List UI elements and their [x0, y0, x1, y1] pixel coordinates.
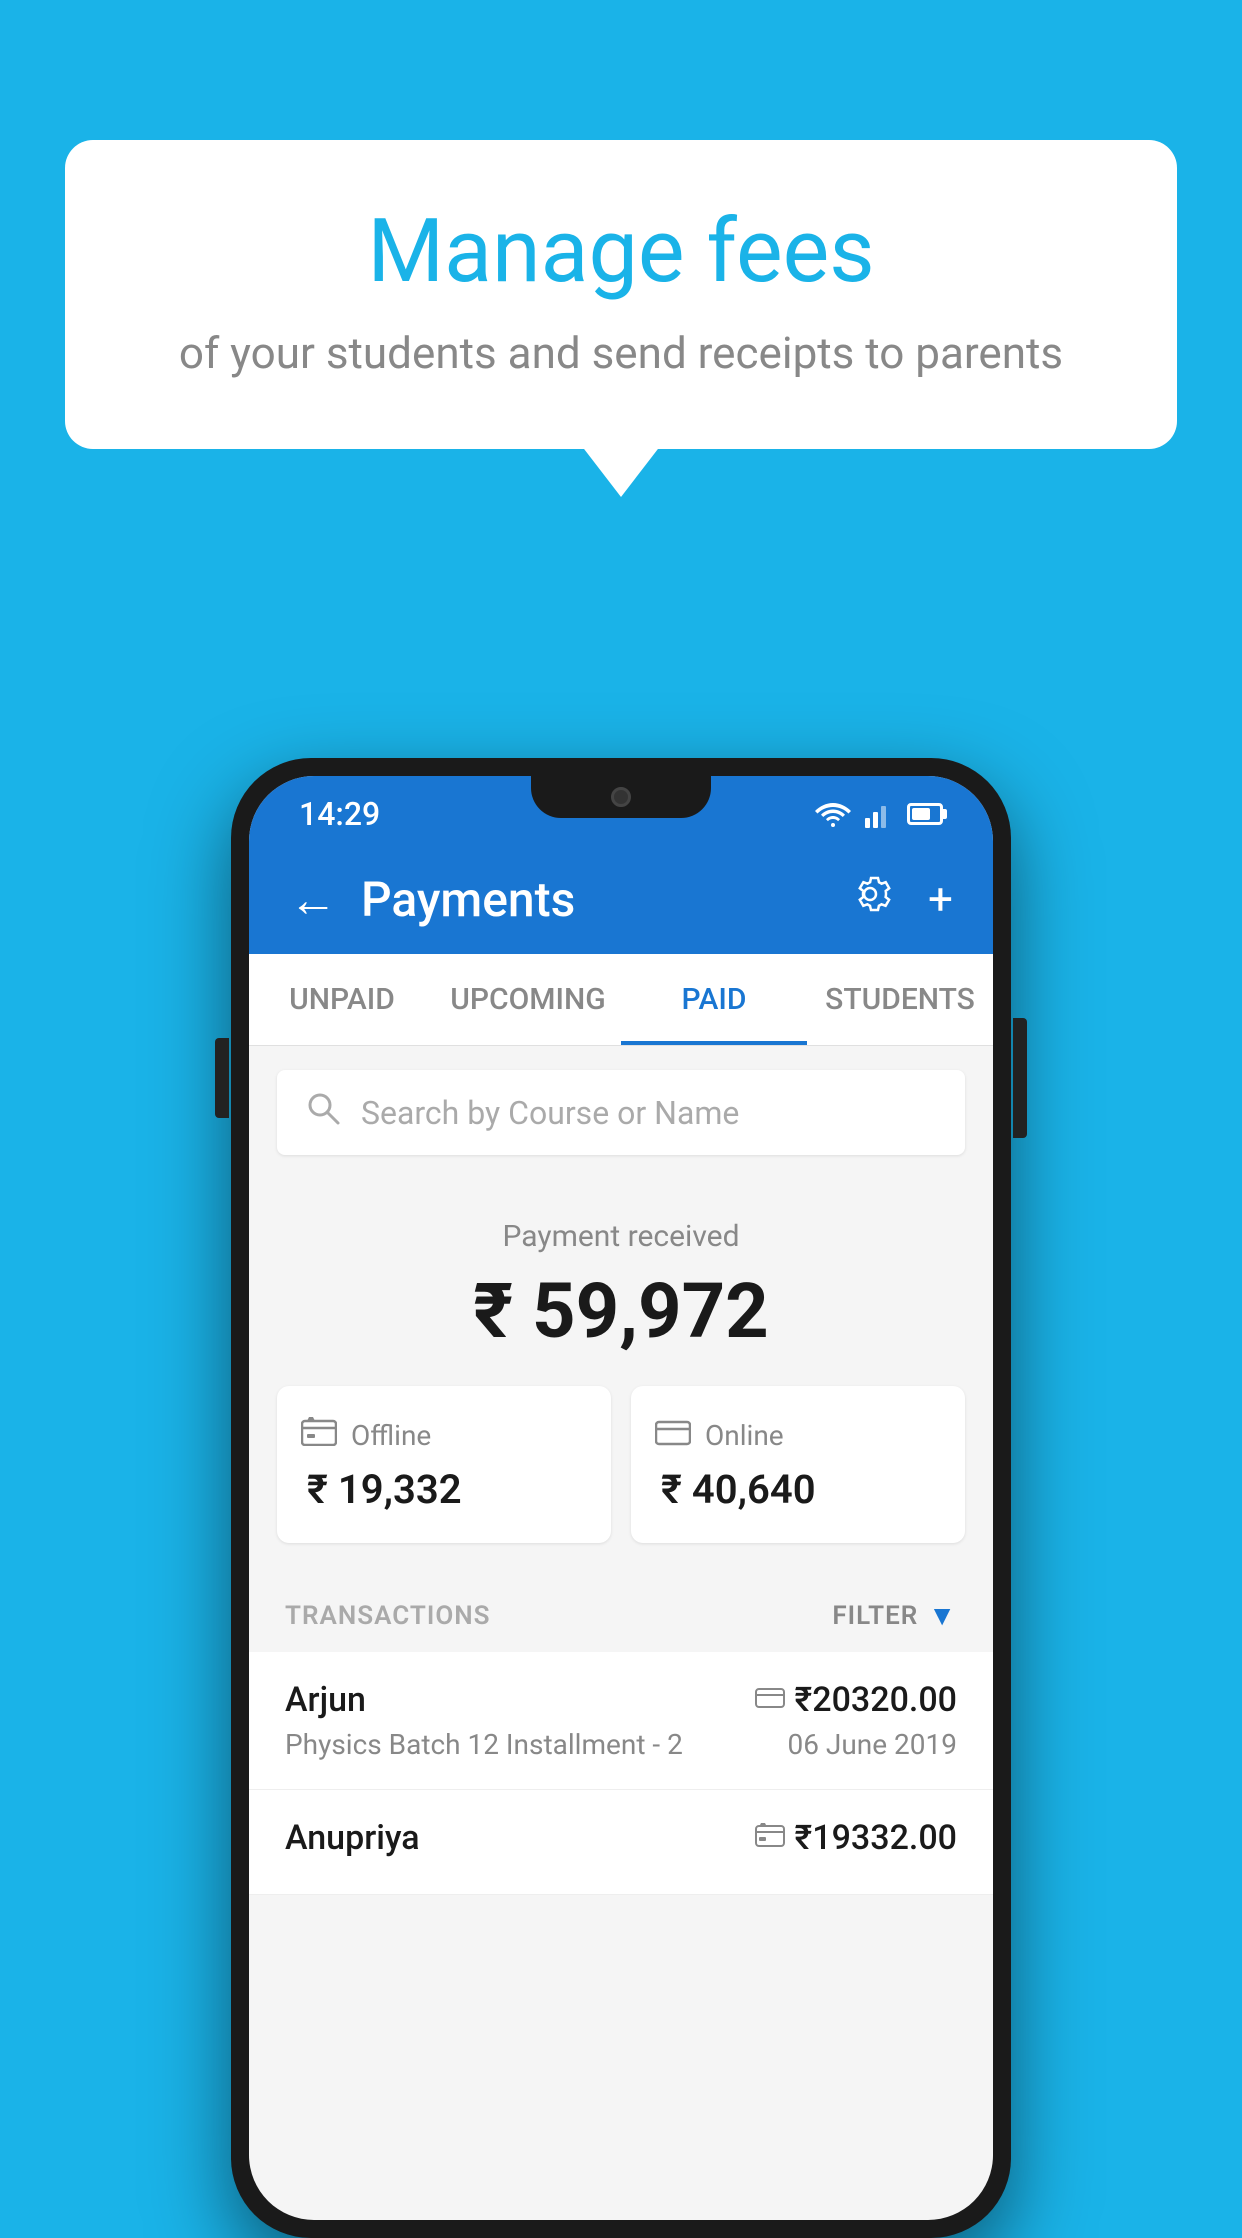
header-title: Payments — [361, 871, 848, 928]
offline-icon — [301, 1416, 337, 1454]
payment-cards: Offline ₹ 19,332 Online — [277, 1386, 965, 1543]
online-icon — [655, 1416, 691, 1454]
transaction-course: Physics Batch 12 Installment - 2 — [285, 1728, 683, 1761]
search-container: Search by Course or Name — [249, 1046, 993, 1179]
bubble-title: Manage fees — [145, 200, 1097, 303]
transaction-row-bottom: Physics Batch 12 Installment - 2 06 June… — [285, 1728, 957, 1761]
offline-amount: ₹ 19,332 — [301, 1466, 587, 1513]
transaction-row-top: Arjun ₹20320.00 — [285, 1680, 957, 1720]
phone-notch — [531, 776, 711, 818]
transaction-row[interactable]: Arjun ₹20320.00 Physics Batch 12 Install… — [249, 1652, 993, 1790]
bubble-subtitle: of your students and send receipts to pa… — [145, 327, 1097, 379]
gear-button[interactable] — [848, 872, 892, 927]
plus-button[interactable]: + — [928, 873, 953, 925]
transaction-name: Anupriya — [285, 1818, 420, 1858]
transaction-amount: ₹20320.00 — [795, 1680, 957, 1720]
filter-button[interactable]: FILTER ▼ — [832, 1599, 957, 1632]
tab-upcoming[interactable]: UPCOMING — [435, 954, 621, 1045]
tab-paid[interactable]: PAID — [621, 954, 807, 1045]
filter-label: FILTER — [832, 1601, 918, 1631]
wifi-icon — [815, 801, 851, 827]
gear-icon — [848, 872, 892, 916]
offline-label: Offline — [351, 1419, 431, 1452]
transaction-row[interactable]: Anupriya ₹19332.00 — [249, 1790, 993, 1895]
camera — [611, 787, 631, 807]
speech-bubble-container: Manage fees of your students and send re… — [65, 140, 1177, 449]
online-amount: ₹ 40,640 — [655, 1466, 941, 1513]
tab-unpaid[interactable]: UNPAID — [249, 954, 435, 1045]
phone-screen: 14:29 — [249, 776, 993, 2220]
header-actions: + — [848, 872, 953, 927]
transaction-amount-wrap: ₹20320.00 — [755, 1680, 957, 1720]
tab-students[interactable]: STUDENTS — [807, 954, 993, 1045]
transaction-date: 06 June 2019 — [787, 1728, 957, 1761]
transaction-row-top: Anupriya ₹19332.00 — [285, 1818, 957, 1858]
payment-total: ₹ 59,972 — [277, 1266, 965, 1356]
app-header: ← Payments + — [249, 844, 993, 954]
online-label: Online — [705, 1419, 784, 1452]
transactions-label: TRANSACTIONS — [285, 1601, 491, 1631]
signal-icon — [865, 800, 893, 828]
transaction-amount-wrap: ₹19332.00 — [755, 1818, 957, 1858]
payment-section: Payment received ₹ 59,972 — [249, 1179, 993, 1571]
back-button[interactable]: ← — [289, 871, 337, 928]
online-card: Online ₹ 40,640 — [631, 1386, 965, 1543]
search-bar[interactable]: Search by Course or Name — [277, 1070, 965, 1155]
search-icon — [305, 1090, 341, 1135]
status-time: 14:29 — [299, 795, 380, 833]
transaction-amount: ₹19332.00 — [795, 1818, 957, 1858]
battery-icon — [907, 803, 943, 825]
online-payment-icon — [755, 1684, 785, 1717]
offline-card-header: Offline — [301, 1416, 587, 1454]
phone-outer: 14:29 — [231, 758, 1011, 2238]
online-card-header: Online — [655, 1416, 941, 1454]
phone-frame: 14:29 — [231, 758, 1011, 2238]
status-icons — [815, 800, 943, 828]
filter-icon: ▼ — [928, 1599, 957, 1632]
transaction-name: Arjun — [285, 1680, 366, 1720]
tabs-bar: UNPAID UPCOMING PAID STUDENTS — [249, 954, 993, 1046]
speech-bubble: Manage fees of your students and send re… — [65, 140, 1177, 449]
search-input[interactable]: Search by Course or Name — [361, 1094, 739, 1132]
payment-label: Payment received — [277, 1219, 965, 1254]
transactions-header: TRANSACTIONS FILTER ▼ — [249, 1571, 993, 1652]
offline-card: Offline ₹ 19,332 — [277, 1386, 611, 1543]
offline-payment-icon — [755, 1822, 785, 1855]
